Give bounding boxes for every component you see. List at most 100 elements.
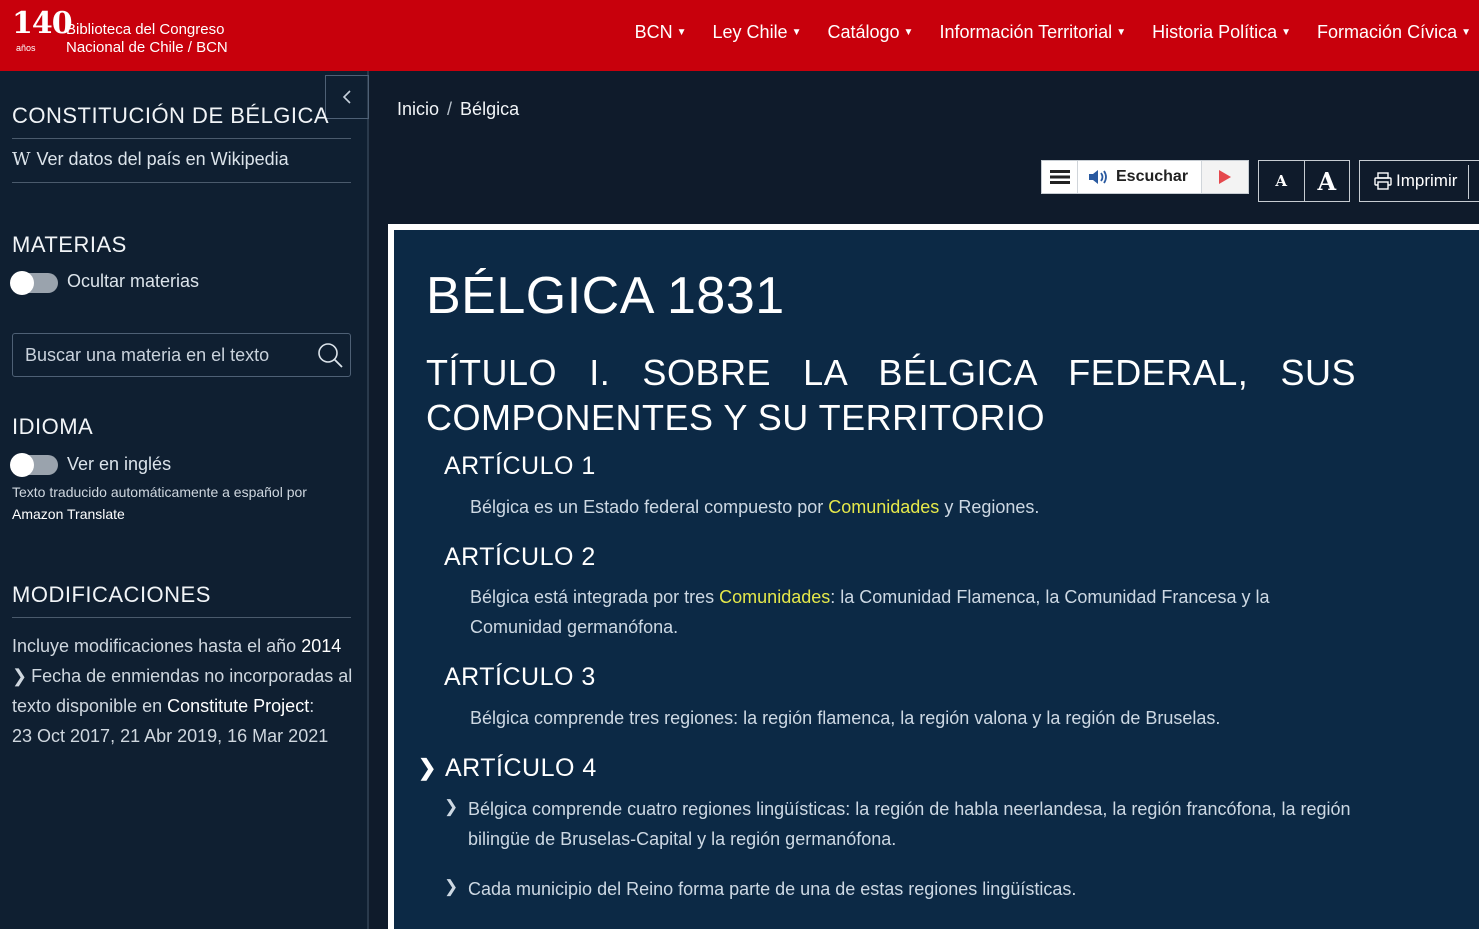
translate-provider-name: Amazon Translate [12,506,125,522]
english-toggle[interactable] [10,453,58,477]
bcn-logo[interactable]: 140 años Biblioteca del Congreso Naciona… [8,6,248,62]
speaker-icon [1089,170,1107,184]
article-2-pre: Bélgica está integrada por tres [470,587,715,607]
print-button[interactable]: Imprimir [1359,160,1479,202]
chevron-right-icon: ❯ [12,666,28,686]
font-decrease-button[interactable]: A [1259,161,1305,201]
amend-colon: : [309,696,315,716]
amend-line2-prefix: texto disponible en [12,696,163,716]
amend-dates: 23 Oct 2017, 21 Abr 2019, 16 Mar 2021 [12,726,329,746]
chevron-right-icon[interactable]: ❯ [418,755,436,781]
hide-materias-label: Ocultar materias [67,271,200,291]
nav-bcn[interactable]: BCN ▼ [635,22,687,43]
font-size-controls: A A [1258,160,1350,202]
caret-down-icon: ▼ [1461,27,1471,38]
nav-historia-politica[interactable]: Historia Política ▼ [1152,22,1291,43]
wikipedia-link-label: Ver datos del país en Wikipedia [36,149,289,169]
nav-historia-politica-label: Historia Política [1152,22,1278,42]
amend-line1-text: Fecha de enmiendas no incorporadas al [31,666,353,686]
materia-highlight[interactable]: Comunidades [719,587,830,607]
article-4-paragraph-2: Cada municipio del Reino forma parte de … [468,879,1077,899]
caret-down-icon: ▼ [791,27,802,38]
logo-years: años [16,43,36,53]
caret-down-icon: ▼ [676,27,687,38]
article-2-heading: ARTÍCULO 2 [444,543,596,571]
toggle-knob [10,271,34,295]
titulo-heading: TÍTULO I. SOBRE LA BÉLGICA FEDERAL, SUS … [426,352,1356,438]
amend-line1[interactable]: ❯ Fecha de enmiendas no incorporadas al [12,666,352,687]
chevron-left-icon [342,90,351,104]
breadcrumb-home[interactable]: Inicio [397,99,439,119]
listen-label: Escuchar [1116,168,1189,185]
materia-search-input[interactable]: Buscar una materia en el texto [12,333,351,377]
nav-informacion-territorial[interactable]: Información Territorial ▼ [939,22,1126,43]
english-label: Ver en inglés [67,454,172,474]
mod-year-line: Incluye modificaciones hasta el año 2014 [12,636,341,657]
article-2-text: Bélgica está integrada por tres Comunida… [470,582,1360,642]
translate-note: Texto traducido automáticamente a españo… [12,484,307,500]
nav-formacion-civica-label: Formación Cívica [1317,22,1458,42]
divider [12,138,351,139]
article-4-paragraph-1: Bélgica comprende cuatro regiones lingüí… [468,799,1351,849]
mod-text-prefix: Incluye modificaciones hasta el año [12,636,297,656]
toggle-knob [10,453,34,477]
idioma-heading: IDIOMA [12,414,94,439]
logo-140: 140 [12,6,73,41]
wikipedia-link[interactable]: W Ver datos del país en Wikipedia [12,149,289,170]
caret-down-icon: ▼ [1281,27,1292,38]
nav-catalogo[interactable]: Catálogo ▼ [827,22,913,43]
main-nav: BCN ▼ Ley Chile ▼ Catálogo ▼ Información Te… [609,22,1471,43]
caret-down-icon: ▼ [1116,27,1127,38]
logo-line2: Nacional de Chile / BCN [66,39,228,56]
article-1-pre: Bélgica es un Estado federal compuesto p… [470,497,824,517]
hamburger-icon [1049,170,1070,184]
play-button[interactable] [1202,161,1248,193]
search-icon[interactable] [316,341,344,369]
hide-materias-toggle[interactable] [10,271,58,295]
breadcrumb: Inicio / Bélgica [397,99,519,120]
mod-year: 2014 [301,636,342,656]
nav-informacion-territorial-label: Información Territorial [939,22,1113,42]
constitute-project-link[interactable]: Constitute Project [167,696,309,716]
print-label: Imprimir [1396,171,1458,190]
sidebar-title: CONSTITUCIÓN DE BÉLGICA [12,103,330,128]
nav-ley-chile[interactable]: Ley Chile ▼ [713,22,802,43]
nav-ley-chile-label: Ley Chile [712,22,788,42]
document-title: BÉLGICA 1831 [426,267,785,325]
listen-button[interactable]: Escuchar [1078,161,1202,193]
divider [12,182,351,183]
article-3-text: Bélgica comprende tres regiones: la regi… [470,708,1221,728]
breadcrumb-current: Bélgica [460,99,520,119]
font-increase-button[interactable]: A [1305,161,1350,201]
nav-formacion-civica[interactable]: Formación Cívica ▼ [1317,22,1471,43]
logo-line1: Biblioteca del Congreso [66,21,225,38]
audio-menu-button[interactable] [1042,161,1078,193]
materias-heading: MATERIAS [12,232,127,257]
play-icon [1219,170,1231,184]
chevron-right-icon: ❯ [444,877,459,896]
caret-down-icon: ▼ [903,27,914,38]
translate-provider: Amazon Translate [12,506,125,522]
materia-highlight[interactable]: Comunidades [828,497,939,517]
audio-player: Escuchar [1041,160,1249,194]
modificaciones-heading: MODIFICACIONES [12,582,211,607]
printer-icon [1374,172,1392,190]
wikipedia-icon: W [12,149,31,170]
amend-line2: texto disponible en Constitute Project: [12,696,314,717]
search-placeholder: Buscar una materia en el texto [25,345,270,365]
sidebar: CONSTITUCIÓN DE BÉLGICA W Ver datos del p… [0,71,369,929]
top-navbar: 140 años Biblioteca del Congreso Naciona… [0,0,1479,71]
article-1-post: y Regiones. [939,497,1040,517]
article-1-heading: ARTÍCULO 1 [444,452,596,480]
breadcrumb-separator: / [447,99,453,119]
divider [1468,165,1469,199]
nav-bcn-label: BCN [634,22,673,42]
chevron-right-icon: ❯ [444,797,459,816]
document-panel: BÉLGICA 1831 TÍTULO I. SOBRE LA BÉLGICA … [388,224,1479,929]
nav-catalogo-label: Catálogo [827,22,900,42]
divider [12,617,351,618]
article-4-heading[interactable]: ARTÍCULO 4 [445,754,597,783]
article-3-heading: ARTÍCULO 3 [444,663,596,691]
article-1-text: Bélgica es un Estado federal compuesto p… [470,492,1360,522]
collapse-sidebar-button[interactable] [325,75,369,119]
